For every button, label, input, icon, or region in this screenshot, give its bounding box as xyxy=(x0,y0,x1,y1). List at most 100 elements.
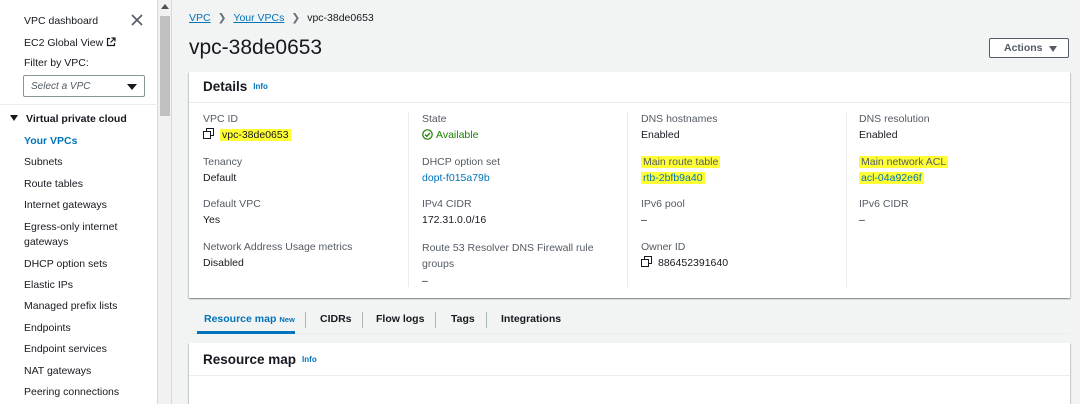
close-icon[interactable] xyxy=(130,13,144,27)
dhcp-option-set-link[interactable]: dopt-f015a79b xyxy=(422,171,500,185)
status-available-icon xyxy=(422,129,433,140)
ec2-global-view-label: EC2 Global View xyxy=(24,37,104,49)
external-link-icon xyxy=(107,37,116,47)
sidebar-item-your-vpcs[interactable]: Your VPCs xyxy=(24,134,124,149)
nau-metrics-field: Network Address Usage metrics Disabled xyxy=(203,240,352,270)
vpc-dashboard-link[interactable]: VPC dashboard xyxy=(24,15,98,27)
default-vpc-field: Default VPC Yes xyxy=(203,197,261,227)
ec2-global-view-link[interactable]: EC2 Global View xyxy=(24,37,116,49)
resource-map-title-text: Resource map xyxy=(203,352,297,367)
resource-map-title: Resource map Info xyxy=(203,352,317,367)
main-network-acl-link[interactable]: acl-04a92e6f xyxy=(859,172,924,184)
sidebar-item-managed-prefix-lists[interactable]: Managed prefix lists xyxy=(24,299,124,314)
actions-button[interactable]: Actions xyxy=(989,38,1069,58)
route53-firewall-value: – xyxy=(422,275,428,287)
vpc-filter-select[interactable]: Select a VPC xyxy=(23,75,145,97)
route53-firewall-field: Route 53 Resolver DNS Firewall rule grou… xyxy=(422,240,612,288)
tenancy-field: Tenancy Default xyxy=(203,155,242,185)
sidebar-item-peering-connections[interactable]: Peering connections xyxy=(24,385,124,400)
breadcrumb-your-vpcs-link[interactable]: Your VPCs xyxy=(233,12,284,24)
tab-resource-map[interactable]: Resource map New xyxy=(204,313,295,325)
breadcrumb: VPC ❯ Your VPCs ❯ vpc-38de0653 xyxy=(189,12,374,24)
details-panel: Details Info VPC ID vpc-38de0653 Tenancy … xyxy=(189,72,1070,298)
main-route-table-field: Main route table rtb-2bfb9a40 xyxy=(641,155,721,185)
default-vpc-value: Yes xyxy=(203,214,221,226)
navigation-sidebar: VPC dashboard EC2 Global View Filter by … xyxy=(0,0,158,404)
owner-id-value-row: 886452391640 xyxy=(641,256,728,270)
column-divider xyxy=(627,112,628,287)
ipv6-pool-value: – xyxy=(641,214,647,226)
state-value-row: Available xyxy=(422,128,478,142)
dns-resolution-value: Enabled xyxy=(859,129,898,141)
column-divider xyxy=(846,112,847,287)
sidebar-divider xyxy=(0,104,158,105)
vpc-filter-placeholder: Select a VPC xyxy=(31,81,91,92)
ipv6-cidr-label: IPv6 CIDR xyxy=(859,198,909,210)
scroll-up-arrow-icon[interactable] xyxy=(161,4,169,9)
sidebar-item-egress-only-internet-gateways[interactable]: Egress-only internet gateways xyxy=(24,220,124,250)
details-header: Details Info xyxy=(189,72,1070,103)
scroll-thumb[interactable] xyxy=(160,16,170,116)
caret-down-icon xyxy=(10,115,18,121)
resource-map-header: Resource map Info xyxy=(189,343,1070,376)
nau-metrics-value: Disabled xyxy=(203,257,244,269)
sidebar-item-elastic-ips[interactable]: Elastic IPs xyxy=(24,278,124,293)
column-divider xyxy=(408,112,409,287)
breadcrumb-vpc-link[interactable]: VPC xyxy=(189,12,211,24)
dns-hostnames-field: DNS hostnames Enabled xyxy=(641,112,717,142)
tab-tags[interactable]: Tags xyxy=(451,313,475,325)
tab-cidrs[interactable]: CIDRs xyxy=(320,313,352,325)
owner-id-label: Owner ID xyxy=(641,241,686,253)
chevron-right-icon: ❯ xyxy=(291,12,301,24)
dns-resolution-field: DNS resolution Enabled xyxy=(859,112,930,142)
sidebar-item-route-tables[interactable]: Route tables xyxy=(24,177,124,192)
sidebar-item-nat-gateways[interactable]: NAT gateways xyxy=(24,364,124,379)
ipv6-pool-label: IPv6 pool xyxy=(641,198,685,210)
details-title: Details Info xyxy=(203,79,268,94)
dns-resolution-label: DNS resolution xyxy=(859,113,930,125)
sidebar-item-endpoints[interactable]: Endpoints xyxy=(24,321,124,336)
main-network-acl-field: Main network ACL acl-04a92e6f xyxy=(859,155,949,185)
main-route-table-label: Main route table xyxy=(641,156,721,168)
ipv6-cidr-field: IPv6 CIDR – xyxy=(859,197,909,227)
nau-metrics-label: Network Address Usage metrics xyxy=(203,241,353,253)
owner-id-value: 886452391640 xyxy=(658,257,729,269)
new-badge: New xyxy=(279,315,295,324)
tab-separator xyxy=(362,312,363,328)
ipv4-cidr-field: IPv4 CIDR 172.31.0.0/16 xyxy=(422,197,486,227)
virtual-private-cloud-section[interactable]: Virtual private cloud xyxy=(10,113,127,125)
vpc-id-field: VPC ID vpc-38de0653 xyxy=(203,112,291,142)
caret-down-icon xyxy=(1049,46,1057,52)
tab-flow-logs[interactable]: Flow logs xyxy=(376,313,424,325)
owner-id-field: Owner ID 886452391640 xyxy=(641,240,728,270)
main-route-table-link[interactable]: rtb-2bfb9a40 xyxy=(641,172,705,184)
ipv6-cidr-value: – xyxy=(859,214,865,226)
sidebar-item-subnets[interactable]: Subnets xyxy=(24,155,124,170)
default-vpc-label: Default VPC xyxy=(203,198,261,210)
active-tab-indicator xyxy=(197,331,295,334)
resource-map-info-link[interactable]: Info xyxy=(302,355,317,364)
actions-label: Actions xyxy=(1004,42,1043,54)
vpc-id-value[interactable]: vpc-38de0653 xyxy=(220,129,291,141)
vpc-id-value-row: vpc-38de0653 xyxy=(203,128,291,142)
main-network-acl-label: Main network ACL xyxy=(859,156,949,168)
page-title: vpc-38de0653 xyxy=(189,36,323,59)
section-label: Virtual private cloud xyxy=(26,113,127,125)
copy-icon[interactable] xyxy=(203,128,214,139)
tab-resource-map-label: Resource map xyxy=(204,313,277,325)
copy-icon[interactable] xyxy=(641,256,652,267)
dhcp-option-set-field: DHCP option set dopt-f015a79b xyxy=(422,155,500,185)
dns-hostnames-label: DNS hostnames xyxy=(641,113,718,125)
state-label: State xyxy=(422,113,447,125)
tab-separator xyxy=(486,312,487,328)
tab-integrations[interactable]: Integrations xyxy=(501,313,561,325)
tenancy-label: Tenancy xyxy=(203,156,243,168)
sidebar-item-endpoint-services[interactable]: Endpoint services xyxy=(24,342,124,357)
route53-firewall-label: Route 53 Resolver DNS Firewall rule grou… xyxy=(422,242,594,270)
details-info-link[interactable]: Info xyxy=(253,82,268,91)
dns-hostnames-value: Enabled xyxy=(641,129,680,141)
sidebar-item-dhcp-option-sets[interactable]: DHCP option sets xyxy=(24,257,124,272)
sidebar-scrollbar[interactable] xyxy=(158,0,172,404)
sidebar-item-internet-gateways[interactable]: Internet gateways xyxy=(24,198,124,213)
state-value: Available xyxy=(436,129,479,141)
